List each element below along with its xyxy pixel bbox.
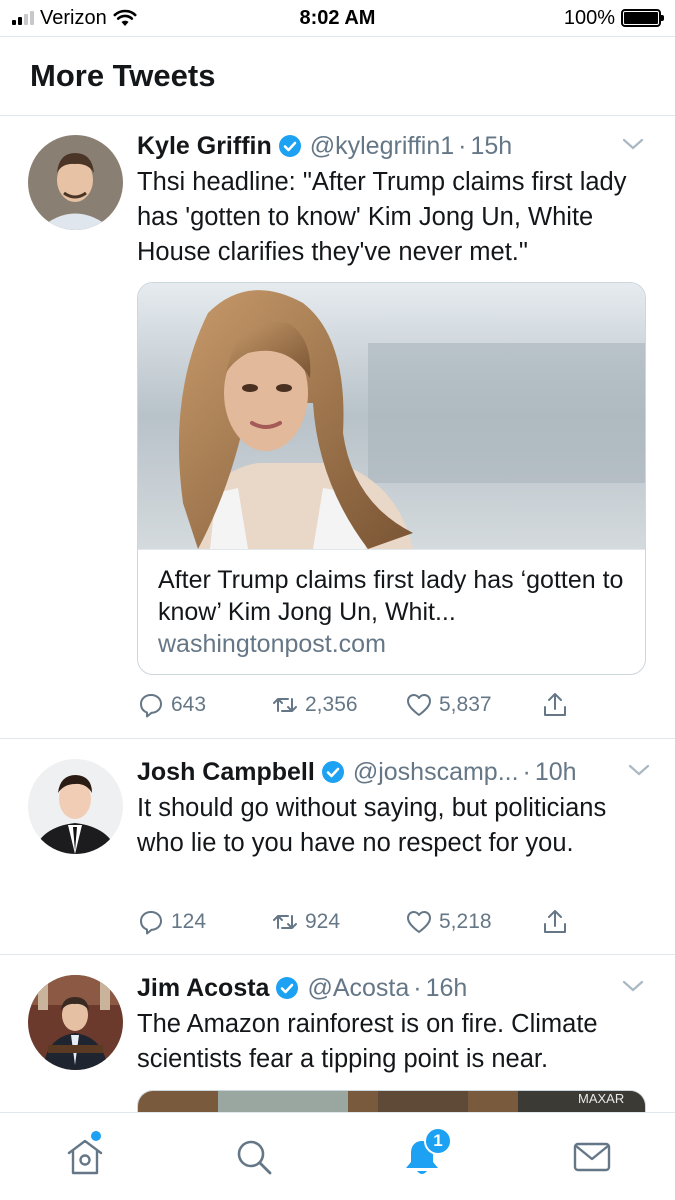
page-header: More Tweets (0, 36, 675, 116)
author-handle[interactable]: @joshscamp... (353, 758, 519, 787)
tweet-header: Josh Campbell @joshscamp... · 10h (137, 755, 645, 789)
retweet-icon (273, 698, 297, 712)
tweet-body: Josh Campbell @joshscamp... · 10h It sho… (137, 755, 650, 861)
reply-button[interactable]: 124 (137, 908, 206, 936)
wifi-icon (113, 9, 137, 26)
tab-notifications[interactable]: 1 (400, 1127, 452, 1179)
tweet-actions: 124 924 5,218 (137, 905, 577, 939)
chevron-down-icon[interactable] (627, 761, 651, 779)
battery-icon (621, 9, 664, 27)
avatar[interactable] (28, 975, 123, 1070)
tab-home[interactable] (63, 1131, 107, 1179)
separator-dot: · (458, 131, 467, 160)
retweet-button[interactable]: 2,356 (271, 691, 358, 719)
verified-badge-icon (278, 135, 301, 157)
author-name[interactable]: Josh Campbell (137, 758, 315, 787)
author-handle[interactable]: @Acosta (307, 974, 409, 1003)
reply-count: 124 (171, 910, 207, 933)
tweet-text: The Amazon rainforest is on fire. Climat… (137, 1010, 598, 1073)
card-image (138, 283, 645, 549)
tweet-item[interactable]: Jim Acosta @Acosta · 16h The Amazon rain… (0, 955, 675, 1130)
tweet-time: 10h (534, 757, 577, 786)
signal-strength-icon (12, 11, 34, 25)
separator-dot: · (522, 757, 531, 786)
tweet-time: 15h (470, 131, 513, 160)
chevron-down-icon[interactable] (621, 977, 645, 995)
verified-badge-icon (321, 761, 344, 783)
search-icon (237, 1140, 272, 1175)
tweet-item[interactable]: Kyle Griffin @kylegriffin1 · 15h Thsi he… (0, 117, 675, 739)
reply-icon (140, 911, 162, 935)
tweet-text: It should go without saying, but politic… (137, 794, 607, 857)
tweet-body: Kyle Griffin @kylegriffin1 · 15h Thsi he… (137, 129, 645, 270)
messages-icon (573, 1142, 611, 1172)
tweet-item[interactable]: Josh Campbell @joshscamp... · 10h It sho… (0, 739, 675, 955)
like-count: 5,837 (439, 693, 492, 716)
author-name[interactable]: Jim Acosta (137, 974, 269, 1003)
tweet-actions: 643 2,356 5,837 (137, 688, 577, 722)
retweet-icon (273, 915, 297, 929)
reply-count: 643 (171, 693, 207, 716)
media-watermark: MAXAR (578, 1091, 624, 1106)
author-name[interactable]: Kyle Griffin (137, 132, 272, 161)
like-count: 5,218 (439, 910, 492, 933)
chevron-down-icon[interactable] (621, 135, 645, 153)
retweet-count: 924 (305, 910, 341, 933)
carrier-label: Verizon (40, 6, 107, 29)
share-button[interactable] (541, 691, 569, 719)
verified-badge-icon (276, 977, 299, 999)
tweet-body: Jim Acosta @Acosta · 16h The Amazon rain… (137, 971, 645, 1077)
battery-percent: 100% (563, 6, 615, 29)
card-text: After Trump claims first lady has ‘gotte… (138, 549, 645, 672)
link-card[interactable]: After Trump claims first lady has ‘gotte… (137, 282, 646, 675)
reply-icon (140, 694, 162, 718)
share-icon (544, 693, 566, 716)
like-button[interactable]: 5,837 (405, 691, 492, 719)
retweet-count: 2,356 (305, 693, 358, 716)
share-icon (544, 910, 566, 933)
tweet-header: Kyle Griffin @kylegriffin1 · 15h (137, 129, 645, 163)
page-title: More Tweets (30, 58, 216, 93)
separator-dot: · (413, 973, 422, 1002)
author-handle[interactable]: @kylegriffin1 (310, 132, 454, 161)
status-right: 100% (563, 6, 664, 30)
avatar[interactable] (28, 759, 123, 854)
retweet-button[interactable]: 924 (271, 908, 340, 936)
tweet-text: Thsi headline: "After Trump claims first… (137, 168, 627, 266)
bottom-tab-bar: 1 (0, 1112, 675, 1200)
avatar[interactable] (28, 135, 123, 230)
card-title: After Trump claims first lady has ‘gotte… (158, 566, 624, 626)
tweet-header: Jim Acosta @Acosta · 16h (137, 971, 645, 1005)
home-icon (67, 1139, 103, 1175)
heart-icon (407, 911, 431, 933)
home-unread-dot (91, 1131, 101, 1141)
share-button[interactable] (541, 908, 569, 936)
status-bar: Verizon 8:02 AM 100% (0, 0, 675, 36)
heart-icon (407, 694, 431, 716)
reply-button[interactable]: 643 (137, 691, 206, 719)
notification-badge: 1 (424, 1127, 452, 1155)
tab-messages[interactable] (570, 1135, 614, 1179)
card-domain: washingtonpost.com (158, 630, 386, 658)
tab-search[interactable] (232, 1135, 276, 1179)
status-left: Verizon (12, 7, 137, 30)
tweet-time: 16h (425, 973, 468, 1002)
like-button[interactable]: 5,218 (405, 908, 492, 936)
